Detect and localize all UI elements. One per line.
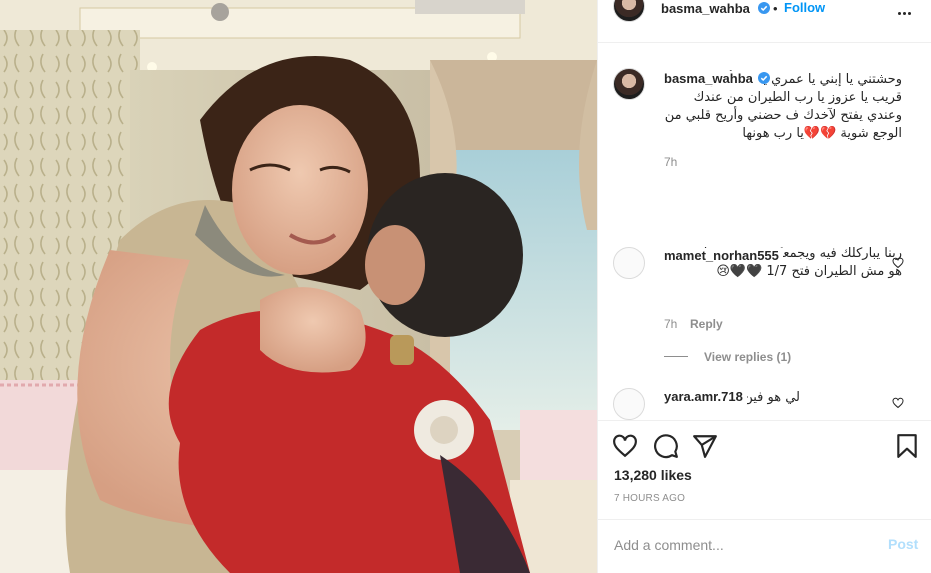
post-photo (0, 0, 597, 573)
share-icon[interactable] (692, 433, 718, 459)
view-replies-line (664, 356, 688, 357)
heart-icon[interactable] (892, 397, 904, 409)
comment-time[interactable]: 7h (664, 317, 677, 331)
caption-username[interactable]: basma_wahba (664, 71, 757, 86)
post-header: basma_wahba • Follow (598, 0, 931, 22)
bookmark-icon[interactable] (894, 433, 920, 459)
actions-divider (598, 420, 931, 421)
post-comment-button[interactable]: Post (888, 536, 918, 552)
verified-badge-icon (758, 2, 770, 14)
header-divider (598, 42, 931, 43)
follow-button[interactable]: Follow (784, 0, 825, 15)
comment-icon[interactable] (653, 433, 679, 459)
likes-count[interactable]: 13,280 likes (614, 467, 692, 483)
verified-badge-icon (758, 72, 770, 84)
caption-avatar[interactable] (613, 68, 645, 100)
post-actions (598, 430, 931, 460)
more-options-icon[interactable] (898, 3, 916, 15)
post-side-panel: basma_wahba • Follow وحشتني يا إبني يا ع… (597, 0, 931, 573)
add-comment-input[interactable] (614, 536, 844, 554)
comment-username[interactable]: yara.amr.718 (664, 389, 747, 404)
avatar[interactable] (613, 0, 645, 22)
caption-time[interactable]: 7h (664, 155, 677, 169)
photo-illustration (0, 0, 597, 573)
separator-dot: • (773, 1, 778, 16)
view-replies-button[interactable]: View replies (1) (704, 350, 791, 364)
header-username[interactable]: basma_wahba (661, 1, 750, 16)
heart-icon[interactable] (612, 433, 638, 459)
post-timestamp[interactable]: 7 HOURS AGO (614, 493, 685, 504)
comment-username[interactable]: mamet_norhan555 (664, 248, 783, 263)
reply-button[interactable]: Reply (690, 317, 723, 331)
comment-avatar[interactable] (613, 247, 645, 279)
heart-icon[interactable] (892, 257, 904, 269)
comment-avatar[interactable] (613, 388, 645, 420)
comment-box-divider (598, 519, 931, 520)
